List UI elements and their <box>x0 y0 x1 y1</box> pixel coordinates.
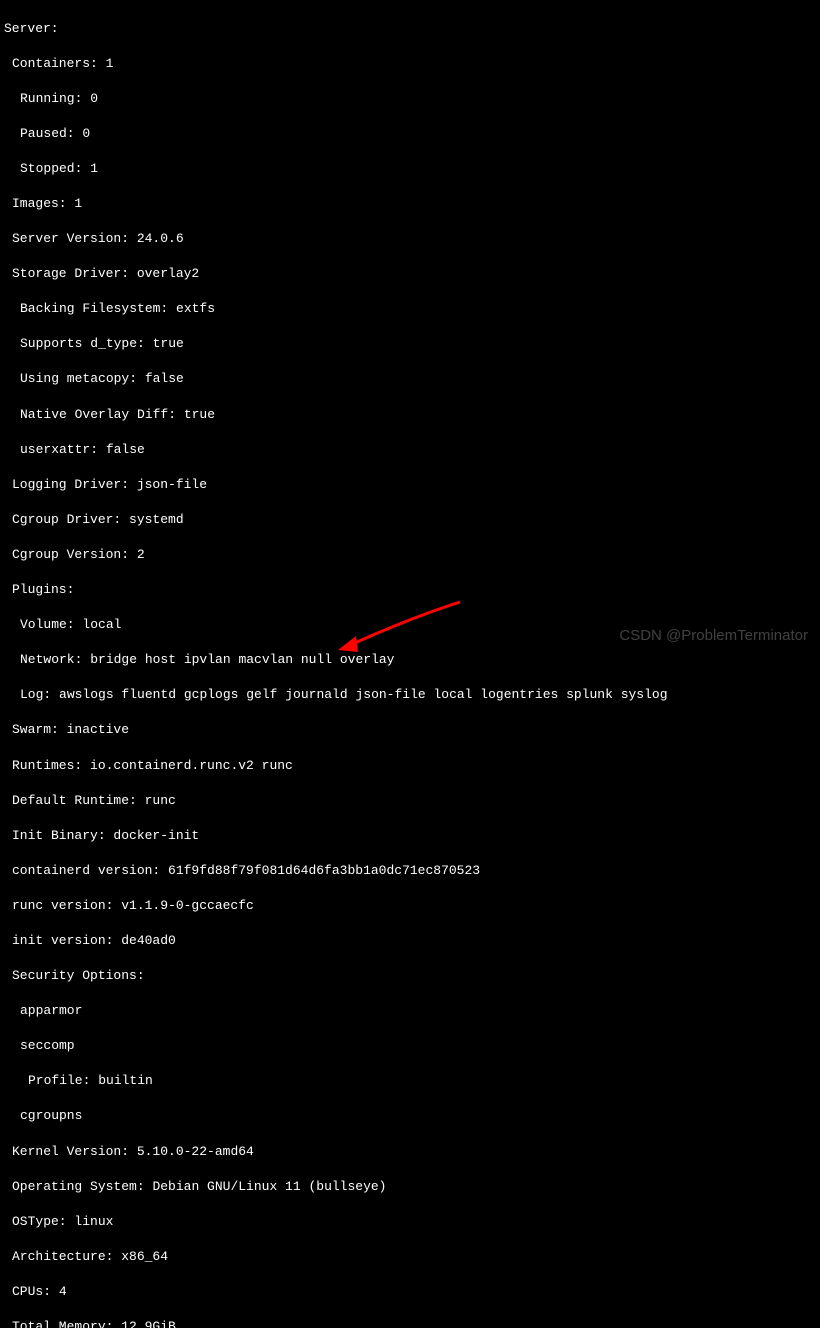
native-overlay-line: Native Overlay Diff: true <box>4 406 816 424</box>
default-runtime-line: Default Runtime: runc <box>4 792 816 810</box>
server-header: Server: <box>4 20 816 38</box>
cgroup-driver-line: Cgroup Driver: systemd <box>4 511 816 529</box>
kernel-version-line: Kernel Version: 5.10.0-22-amd64 <box>4 1143 816 1161</box>
stopped-line: Stopped: 1 <box>4 160 816 178</box>
cpus-line: CPUs: 4 <box>4 1283 816 1301</box>
runtimes-line: Runtimes: io.containerd.runc.v2 runc <box>4 757 816 775</box>
memory-line: Total Memory: 12.9GiB <box>4 1318 816 1328</box>
containers-line: Containers: 1 <box>4 55 816 73</box>
supports-dtype-line: Supports d_type: true <box>4 335 816 353</box>
images-line: Images: 1 <box>4 195 816 213</box>
logging-driver-line: Logging Driver: json-file <box>4 476 816 494</box>
profile-line: Profile: builtin <box>4 1072 816 1090</box>
paused-line: Paused: 0 <box>4 125 816 143</box>
using-metacopy-line: Using metacopy: false <box>4 370 816 388</box>
containerd-version-line: containerd version: 61f9fd88f79f081d64d6… <box>4 862 816 880</box>
network-line: Network: bridge host ipvlan macvlan null… <box>4 651 816 669</box>
runc-version-line: runc version: v1.1.9-0-gccaecfc <box>4 897 816 915</box>
log-line: Log: awslogs fluentd gcplogs gelf journa… <box>4 686 816 704</box>
apparmor-line: apparmor <box>4 1002 816 1020</box>
backing-fs-line: Backing Filesystem: extfs <box>4 300 816 318</box>
running-line: Running: 0 <box>4 90 816 108</box>
userxattr-line: userxattr: false <box>4 441 816 459</box>
swarm-line: Swarm: inactive <box>4 721 816 739</box>
seccomp-line: seccomp <box>4 1037 816 1055</box>
arch-line: Architecture: x86_64 <box>4 1248 816 1266</box>
ostype-line: OSType: linux <box>4 1213 816 1231</box>
terminal-output[interactable]: Server: Containers: 1 Running: 0 Paused:… <box>0 0 820 1328</box>
init-version-line: init version: de40ad0 <box>4 932 816 950</box>
cgroupns-line: cgroupns <box>4 1107 816 1125</box>
os-line: Operating System: Debian GNU/Linux 11 (b… <box>4 1178 816 1196</box>
volume-line: Volume: local <box>4 616 816 634</box>
server-version-line: Server Version: 24.0.6 <box>4 230 816 248</box>
init-binary-line: Init Binary: docker-init <box>4 827 816 845</box>
cgroup-version-line: Cgroup Version: 2 <box>4 546 816 564</box>
storage-driver-line: Storage Driver: overlay2 <box>4 265 816 283</box>
security-options-header: Security Options: <box>4 967 816 985</box>
plugins-header: Plugins: <box>4 581 816 599</box>
